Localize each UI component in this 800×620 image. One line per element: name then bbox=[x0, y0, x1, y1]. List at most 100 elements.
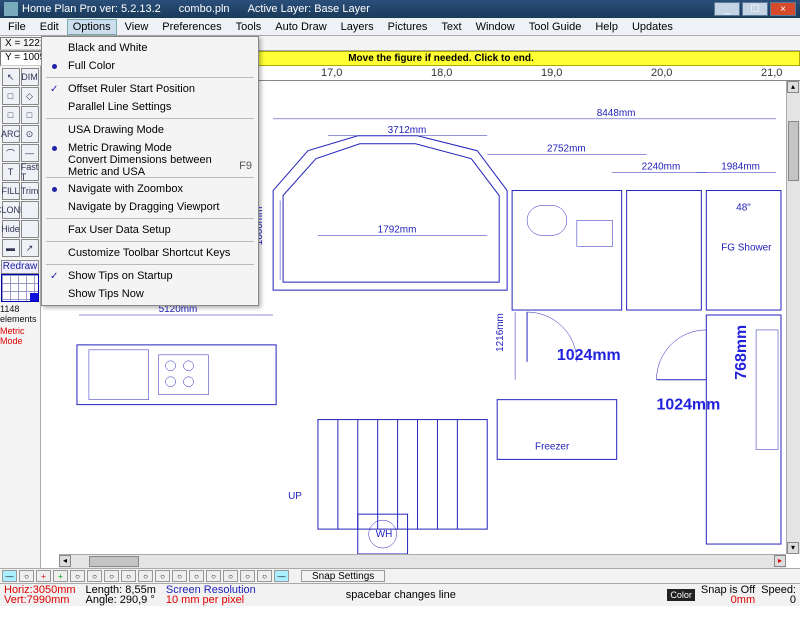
label-up: UP bbox=[288, 491, 302, 502]
tool-blank[interactable] bbox=[21, 201, 39, 219]
btn-4[interactable]: ○ bbox=[70, 570, 85, 582]
options-dropdown: Black and WhiteFull Color ✓Offset Ruler S… bbox=[41, 36, 259, 306]
status-snap-val: 0mm bbox=[701, 595, 755, 605]
close-button[interactable]: × bbox=[770, 2, 796, 16]
tool-Hide[interactable]: Hide bbox=[2, 220, 20, 238]
dim-e: 1984mm bbox=[721, 162, 760, 173]
scrollbar-horizontal[interactable]: ◂▸ bbox=[59, 554, 786, 568]
tool-□[interactable]: □ bbox=[21, 106, 39, 124]
tool-Trim[interactable]: Trim bbox=[21, 182, 39, 200]
opt-full-color[interactable]: Full Color bbox=[42, 57, 258, 75]
redraw-button[interactable]: Redraw bbox=[1, 260, 39, 274]
dim-f: 1792mm bbox=[378, 224, 417, 235]
menu-window[interactable]: Window bbox=[470, 19, 521, 35]
label-wh: WH bbox=[376, 529, 393, 540]
tool-↗[interactable]: ↗ bbox=[21, 239, 39, 257]
dim-k: 1024mm bbox=[657, 397, 721, 414]
menu-tool-guide[interactable]: Tool Guide bbox=[523, 19, 588, 35]
tool-⊙[interactable]: ⊙ bbox=[21, 125, 39, 143]
btn-16[interactable]: — bbox=[274, 570, 289, 582]
tool-⌒[interactable]: ⌒ bbox=[2, 144, 20, 162]
tool-Fast T[interactable]: Fast T bbox=[21, 163, 39, 181]
status-speed-val: 0 bbox=[761, 595, 796, 605]
file-name: combo.pln bbox=[179, 3, 230, 15]
status-vert: Vert:7990mm bbox=[4, 595, 76, 605]
dim-c: 2752mm bbox=[547, 144, 586, 155]
tool-↖[interactable]: ↖ bbox=[2, 68, 20, 86]
dim-b: 3712mm bbox=[388, 125, 427, 136]
btn-3[interactable]: + bbox=[53, 570, 68, 582]
opt-convert-dimensions-between-metric-and-usa[interactable]: Convert Dimensions between Metric and US… bbox=[42, 157, 258, 175]
dim-i: 1216mm bbox=[495, 313, 506, 352]
tool-◇[interactable]: ◇ bbox=[21, 87, 39, 105]
menu-layers[interactable]: Layers bbox=[335, 19, 380, 35]
btn-0[interactable]: — bbox=[2, 570, 17, 582]
dim-l: 768mm bbox=[733, 325, 750, 380]
btn-6[interactable]: ○ bbox=[104, 570, 119, 582]
app-icon bbox=[4, 2, 18, 16]
opt-fax-user-data-setup[interactable]: Fax User Data Setup bbox=[42, 221, 258, 239]
menu-view[interactable]: View bbox=[119, 19, 155, 35]
menu-tools[interactable]: Tools bbox=[230, 19, 268, 35]
maximize-button[interactable]: ☐ bbox=[742, 2, 768, 16]
title-bar: Home Plan Pro ver: 5.2.13.2 combo.pln Ac… bbox=[0, 0, 800, 18]
tool-DIM[interactable]: DIM bbox=[21, 68, 39, 86]
btn-13[interactable]: ○ bbox=[223, 570, 238, 582]
btn-11[interactable]: ○ bbox=[189, 570, 204, 582]
menu-updates[interactable]: Updates bbox=[626, 19, 679, 35]
opt-black-and-white[interactable]: Black and White bbox=[42, 39, 258, 57]
menu-options[interactable]: Options bbox=[67, 19, 117, 35]
tool-—[interactable]: — bbox=[21, 144, 39, 162]
opt-show-tips-now[interactable]: Show Tips Now bbox=[42, 285, 258, 303]
btn-8[interactable]: ○ bbox=[138, 570, 153, 582]
label-freezer: Freezer bbox=[535, 441, 570, 452]
overview-grid[interactable] bbox=[1, 274, 39, 302]
status-angle: Angle: 290,9 ° bbox=[86, 595, 156, 605]
dim-j: 1024mm bbox=[557, 347, 621, 364]
opt-customize-toolbar-shortcut-keys[interactable]: Customize Toolbar Shortcut Keys bbox=[42, 244, 258, 262]
menu-auto-draw[interactable]: Auto Draw bbox=[269, 19, 332, 35]
tool-ARC[interactable]: ARC bbox=[2, 125, 20, 143]
tool-T[interactable]: T bbox=[2, 163, 20, 181]
tool-CLONE[interactable]: CLONE bbox=[2, 201, 20, 219]
menu-edit[interactable]: Edit bbox=[34, 19, 65, 35]
opt-navigate-with-zoombox[interactable]: Navigate with Zoombox bbox=[42, 180, 258, 198]
tool-FILL[interactable]: FILL bbox=[2, 182, 20, 200]
status-color[interactable]: Color bbox=[667, 589, 695, 601]
status-res2: 10 mm per pixel bbox=[166, 595, 256, 605]
opt-offset-ruler-start-position[interactable]: ✓Offset Ruler Start Position bbox=[42, 80, 258, 98]
btn-12[interactable]: ○ bbox=[206, 570, 221, 582]
opt-show-tips-on-startup[interactable]: ✓Show Tips on Startup bbox=[42, 267, 258, 285]
menu-preferences[interactable]: Preferences bbox=[156, 19, 227, 35]
opt-navigate-by-dragging-viewport[interactable]: Navigate by Dragging Viewport bbox=[42, 198, 258, 216]
status-hint: spacebar changes line bbox=[346, 589, 456, 601]
tool-□[interactable]: □ bbox=[2, 87, 20, 105]
status-bar: Horiz:3050mmVert:7990mm Length: 8,55mAng… bbox=[0, 583, 800, 606]
tool-blank[interactable] bbox=[21, 220, 39, 238]
menu-pictures[interactable]: Pictures bbox=[382, 19, 434, 35]
btn-7[interactable]: ○ bbox=[121, 570, 136, 582]
snap-settings-button[interactable]: Snap Settings bbox=[301, 570, 385, 582]
opt-parallel-line-settings[interactable]: Parallel Line Settings bbox=[42, 98, 258, 116]
scrollbar-vertical[interactable]: ▴▾ bbox=[786, 81, 800, 554]
menu-help[interactable]: Help bbox=[589, 19, 624, 35]
minimize-button[interactable]: _ bbox=[714, 2, 740, 16]
btn-2[interactable]: + bbox=[36, 570, 51, 582]
menu-file[interactable]: File bbox=[2, 19, 32, 35]
element-count: 1148 elements bbox=[0, 304, 40, 324]
menu-bar: FileEditOptionsViewPreferencesToolsAuto … bbox=[0, 18, 800, 36]
bottom-button-row: —○++○○○○○○○○○○○○—Snap Settings bbox=[0, 568, 800, 583]
tool-▬[interactable]: ▬ bbox=[2, 239, 20, 257]
btn-9[interactable]: ○ bbox=[155, 570, 170, 582]
btn-14[interactable]: ○ bbox=[240, 570, 255, 582]
dim-d: 2240mm bbox=[642, 162, 681, 173]
btn-10[interactable]: ○ bbox=[172, 570, 187, 582]
mode-label: Metric Mode bbox=[0, 326, 40, 346]
btn-1[interactable]: ○ bbox=[19, 570, 34, 582]
active-layer-label: Active Layer: Base Layer bbox=[248, 3, 370, 15]
btn-5[interactable]: ○ bbox=[87, 570, 102, 582]
opt-usa-drawing-mode[interactable]: USA Drawing Mode bbox=[42, 121, 258, 139]
tool-□[interactable]: □ bbox=[2, 106, 20, 124]
btn-15[interactable]: ○ bbox=[257, 570, 272, 582]
menu-text[interactable]: Text bbox=[435, 19, 467, 35]
